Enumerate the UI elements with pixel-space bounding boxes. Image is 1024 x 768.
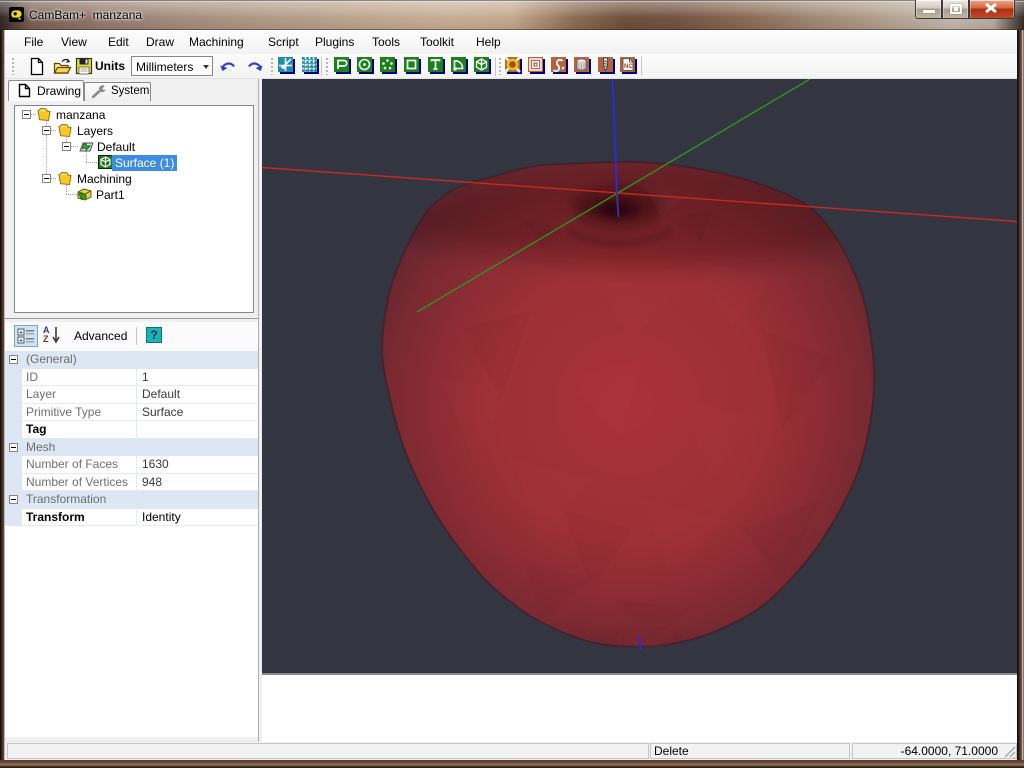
svg-text:NC: NC	[624, 64, 633, 70]
svg-text:+: +	[19, 330, 23, 337]
svg-text:+: +	[19, 338, 23, 345]
